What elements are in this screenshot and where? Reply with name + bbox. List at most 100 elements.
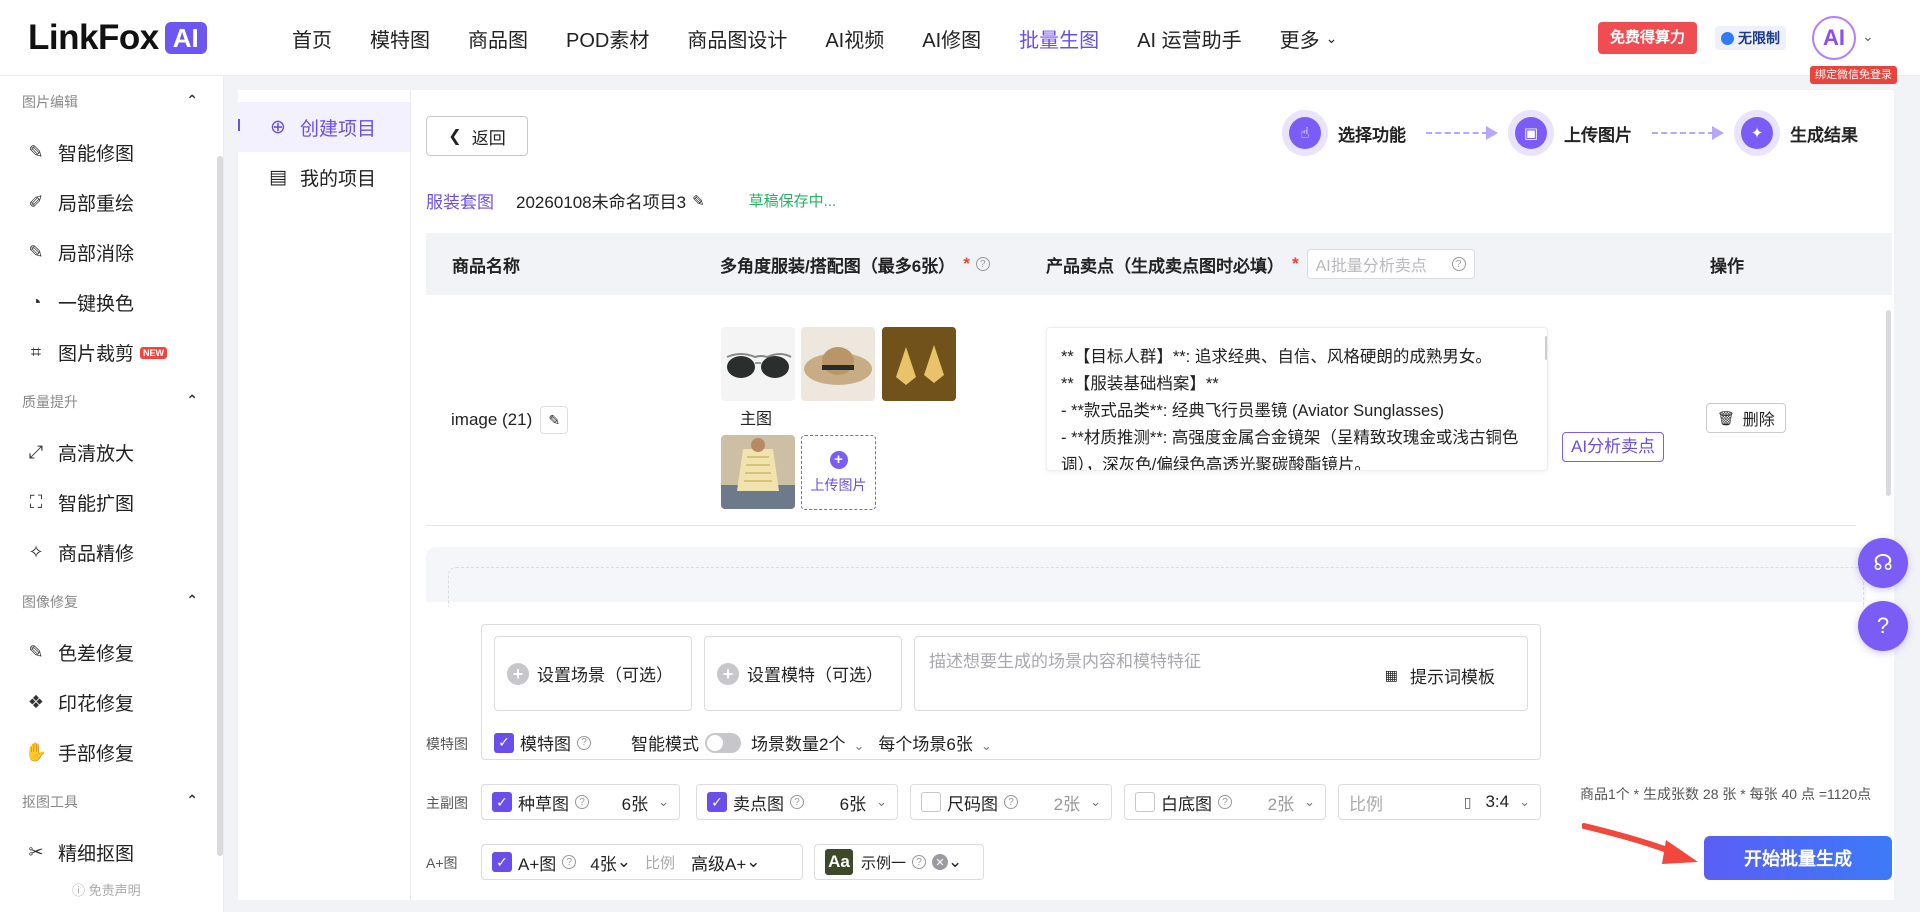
image-thumbnail-earrings[interactable] <box>882 327 956 401</box>
font-example-select[interactable]: Aa 示例一? ✕ ⌄ <box>814 844 984 880</box>
help-icon[interactable]: ? <box>975 257 990 271</box>
per-scene-select[interactable]: 每个场景6张 ⌄ <box>878 730 991 755</box>
help-button[interactable]: ? <box>1858 601 1908 651</box>
sidebar-item-inpaint[interactable]: ✐ 局部重绘 <box>24 189 134 216</box>
nav-pod[interactable]: POD素材 <box>566 24 649 53</box>
nav-video[interactable]: AI视频 <box>825 24 884 53</box>
set-scene-button[interactable]: + 设置场景（可选） <box>494 636 692 711</box>
aplus-row-label: A+图 <box>426 855 458 871</box>
help-icon[interactable]: ? <box>912 855 927 869</box>
bind-wechat-tip[interactable]: 绑定微信免登录 <box>1810 66 1897 84</box>
nav-model[interactable]: 模特图 <box>370 24 430 53</box>
help-icon[interactable]: ? <box>790 795 804 809</box>
aplus-select[interactable]: ✓ A+图? 4张 ⌄ 比例 高级A+ ⌄ <box>481 844 803 880</box>
font-style-icon: Aa <box>825 849 853 875</box>
sidebar-item-color-fix[interactable]: ✎ 色差修复 <box>24 639 134 666</box>
sidebar-item-print-fix[interactable]: ❖ 印花修复 <box>24 689 134 716</box>
set-model-button[interactable]: + 设置模特（可选） <box>704 636 902 711</box>
size-chart-select[interactable]: 尺码图? 2张 ⌄ <box>910 784 1112 820</box>
help-icon[interactable]: ? <box>562 855 577 869</box>
delete-button[interactable]: 🗑 删除 <box>1706 403 1786 433</box>
image-thumbnail-hat[interactable] <box>801 327 875 401</box>
sidebar-section-repair[interactable]: 图像修复 ⌃ <box>22 592 198 612</box>
chevron-down-icon[interactable]: ⌄ <box>1862 28 1874 45</box>
aplus-checkbox[interactable]: ✓ <box>492 852 512 872</box>
free-credits-button[interactable]: 免费得算力 <box>1598 22 1698 54</box>
help-icon[interactable]: ? <box>1218 795 1232 809</box>
project-type-link[interactable]: 服装套图 <box>426 188 494 213</box>
nav-batch[interactable]: 批量生图 <box>1019 24 1099 53</box>
prompt-template-button[interactable]: ▦ 提示词模板 <box>1385 663 1495 688</box>
nav-design[interactable]: 商品图设计 <box>687 24 787 53</box>
scene-description-input[interactable]: 描述想要生成的场景内容和模特特征 ▦ 提示词模板 <box>914 636 1528 711</box>
start-batch-button[interactable]: 开始批量生成 <box>1704 836 1892 880</box>
selling-points-textarea[interactable]: **【目标人群】**: 追求经典、自信、风格硬朗的成熟男女。 **【服装基础档案… <box>1046 327 1548 471</box>
sidebar-item-erase[interactable]: ✎ 局部消除 <box>24 239 134 266</box>
nav-product[interactable]: 商品图 <box>468 24 528 53</box>
chevron-left-icon: ❮ <box>448 128 462 145</box>
ai-batch-analyze-input[interactable]: AI批量分析卖点? <box>1306 249 1475 279</box>
create-project-item[interactable]: ⊕ 创建项目 <box>238 102 410 152</box>
sidebar-item-recolor[interactable]: ◔ 一键换色 <box>24 289 134 316</box>
main-scrollbar[interactable] <box>1886 310 1891 496</box>
section-title: 图片编辑 <box>22 94 78 110</box>
pencil-icon[interactable]: ✎ <box>692 192 705 210</box>
delete-label: 删除 <box>1742 412 1775 429</box>
sidebar-scrollbar[interactable] <box>217 156 223 856</box>
avatar[interactable]: AI <box>1812 16 1856 60</box>
sidebar-item-cutout[interactable]: ✂ 精细抠图 <box>24 839 134 866</box>
headset-support-button[interactable]: ☊ <box>1858 538 1908 588</box>
help-icon[interactable]: ? <box>1004 795 1018 809</box>
scene-count-select[interactable]: 场景数量2个 ⌄ <box>751 730 864 755</box>
ai-batch-placeholder: AI批量分析卖点 <box>1315 258 1427 275</box>
sidebar-item-upscale[interactable]: ⤢ 高清放大 <box>24 439 134 466</box>
sidebar-item-label: 一键换色 <box>58 294 135 315</box>
nav-home[interactable]: 首页 <box>292 24 332 53</box>
sidebar-section-quality[interactable]: 质量提升 ⌃ <box>22 392 198 412</box>
pencil-icon[interactable]: ✎ <box>540 406 569 434</box>
sidebar-section-cutout[interactable]: 抠图工具 ⌃ <box>22 792 198 812</box>
add-product-dropzone[interactable] <box>448 567 1864 607</box>
unlimited-badge[interactable]: 无限制 <box>1715 26 1786 50</box>
nav-assistant[interactable]: AI 运营助手 <box>1137 24 1241 53</box>
selling-point-image-select[interactable]: ✓ 卖点图? 6张 ⌄ <box>696 784 898 820</box>
sidebar-item-label: 智能扩图 <box>58 494 135 515</box>
section-title: 质量提升 <box>22 394 78 410</box>
model-image-checkbox[interactable]: ✓ <box>494 732 514 753</box>
sidebar-item-smart-retouch[interactable]: ✎ 智能修图 <box>24 139 134 166</box>
help-icon[interactable]: ? <box>575 795 589 809</box>
seeding-checkbox[interactable]: ✓ <box>492 792 512 812</box>
selling-point-checkbox[interactable]: ✓ <box>707 792 727 812</box>
seeding-image-select[interactable]: ✓ 种草图? 6张 ⌄ <box>481 784 680 820</box>
required-mark: * <box>1292 254 1299 273</box>
nav-more[interactable]: 更多 ⌄ <box>1280 24 1338 53</box>
sidebar-item-expand[interactable]: ⛶ 智能扩图 <box>24 489 134 516</box>
red-arrow-annotation <box>1582 823 1698 864</box>
sidebar-item-hand-fix[interactable]: ✋ 手部修复 <box>24 739 134 766</box>
white-bg-checkbox[interactable] <box>1135 792 1155 812</box>
ratio-select[interactable]: 比例 ▯ 3:4 ⌄ <box>1338 784 1541 820</box>
sidebar-section-edit[interactable]: 图片编辑 ⌃ <box>22 92 198 112</box>
textarea-scrollbar[interactable] <box>1545 336 1547 360</box>
image-thumbnail-sunglasses[interactable] <box>721 327 795 401</box>
color-swap-icon: ◔ <box>30 292 42 312</box>
logo[interactable]: LinkFox AI <box>28 20 207 56</box>
disclaimer-link[interactable]: ⓘ 免责声明 <box>72 880 141 899</box>
back-label: 返回 <box>471 128 506 148</box>
help-icon[interactable]: ? <box>577 735 591 750</box>
nav-retouch[interactable]: AI修图 <box>922 24 981 53</box>
back-button[interactable]: ❮ 返回 <box>426 116 528 156</box>
smart-mode-toggle[interactable] <box>705 732 741 753</box>
white-bg-select[interactable]: 白底图? 2张 ⌄ <box>1124 784 1326 820</box>
image-thumbnail-top[interactable] <box>721 435 795 509</box>
step-label: 生成结果 <box>1790 125 1858 145</box>
size-chart-checkbox[interactable] <box>921 792 941 812</box>
clear-icon[interactable]: ✕ <box>932 854 949 870</box>
project-name[interactable]: 20260108未命名项目3 <box>516 188 686 213</box>
my-projects-item[interactable]: ▤ 我的项目 <box>238 152 410 202</box>
sidebar-item-crop[interactable]: ⌗ 图片裁剪 NEW <box>24 339 168 366</box>
arrow-right-icon <box>1426 126 1498 140</box>
sidebar-item-refine[interactable]: ✧ 商品精修 <box>24 539 134 566</box>
ai-analyze-button[interactable]: AI分析卖点 <box>1562 432 1665 462</box>
upload-image-button[interactable]: + 上传图片 <box>801 435 876 510</box>
